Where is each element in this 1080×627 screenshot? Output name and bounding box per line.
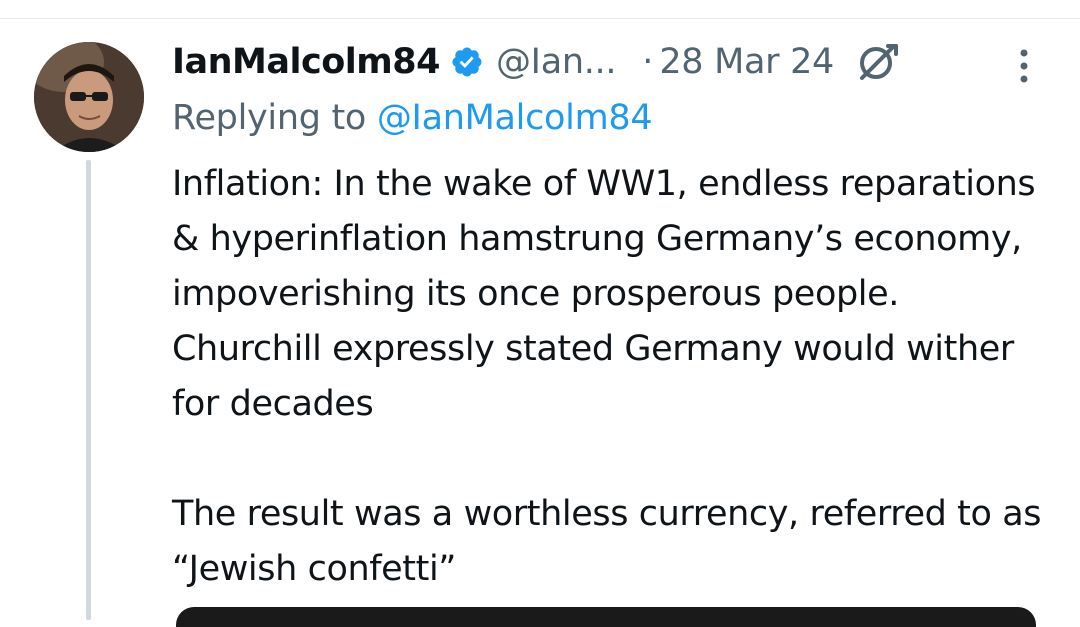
grok-icon[interactable] — [854, 38, 902, 86]
top-divider — [0, 18, 1080, 19]
tweet-header: IanMalcolm84 @Ian... · 28 Mar 24 — [172, 38, 902, 86]
attached-media[interactable] — [176, 607, 1036, 627]
tweet-paragraph-1: Inflation: In the wake of WW1, endless r… — [172, 164, 1036, 424]
tweet-paragraph-2: The result was a worthless currency, ref… — [172, 494, 1042, 589]
replying-to-prefix: Replying to — [172, 98, 377, 138]
avatar-photo — [34, 42, 144, 152]
more-options-icon[interactable] — [1012, 44, 1036, 88]
tweet-text: Inflation: In the wake of WW1, endless r… — [172, 157, 1052, 597]
author-display-name[interactable]: IanMalcolm84 — [172, 42, 440, 82]
replying-to-handle-link[interactable]: @IanMalcolm84 — [377, 98, 653, 138]
tweet-date[interactable]: 28 Mar 24 — [659, 42, 834, 82]
verified-badge-icon[interactable] — [450, 45, 484, 79]
author-handle[interactable]: @Ian... — [496, 42, 617, 82]
author-avatar[interactable] — [34, 42, 144, 152]
thread-connector-line — [86, 160, 91, 620]
header-separator: · — [642, 42, 654, 82]
replying-to-line: Replying to @IanMalcolm84 — [172, 98, 653, 138]
